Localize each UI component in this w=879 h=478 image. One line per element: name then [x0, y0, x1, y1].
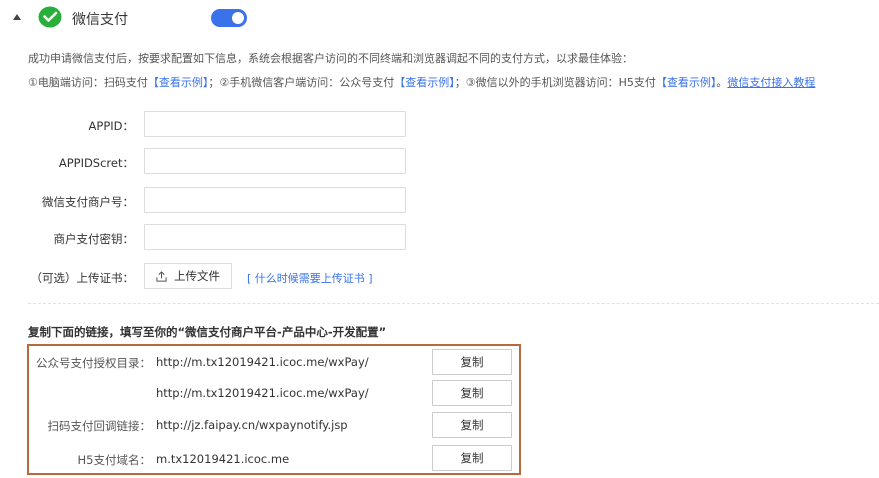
wechat-pay-toggle[interactable]: [211, 9, 247, 27]
wechat-pay-tutorial-link[interactable]: 微信支付接入教程: [727, 76, 815, 89]
appid-secret-label: APPIDScret：: [58, 156, 134, 170]
copy-button-label: 复制: [460, 418, 484, 432]
link-row-label: H5支付域名：: [77, 453, 151, 467]
desc-text-wechat: ；②手机微信客户端访问：公众号支付: [208, 76, 395, 89]
merchant-key-label: 商户支付密钥：: [53, 232, 135, 246]
link-row-label: 公众号支付授权目录：: [36, 356, 151, 370]
desc-text-pc: ①电脑端访问：扫码支付: [28, 76, 148, 89]
appid-label: APPID：: [88, 119, 134, 133]
link-row-label: 扫码支付回调链接：: [47, 419, 152, 433]
merchant-id-label: 微信支付商户号：: [42, 195, 134, 209]
copy-button-label: 复制: [460, 451, 484, 465]
copy-button-label: 复制: [460, 355, 484, 369]
link-row-url: http://m.tx12019421.icoc.me/wxPay/: [156, 386, 369, 400]
description-line-2: ①电脑端访问：扫码支付【查看示例】；②手机微信客户端访问：公众号支付【查看示例】…: [28, 74, 815, 90]
copy-button[interactable]: 复制: [432, 445, 512, 471]
desc-text-period: 。: [716, 76, 728, 89]
appid-secret-input[interactable]: [144, 148, 406, 174]
section-title-wechat-pay: 微信支付: [72, 12, 128, 28]
copy-button[interactable]: 复制: [432, 380, 512, 406]
view-example-link-scan[interactable]: 【查看示例】: [148, 76, 209, 89]
copy-button[interactable]: 复制: [432, 349, 512, 375]
section-divider: [28, 303, 879, 304]
wechat-pay-logo-icon: [38, 6, 62, 28]
upload-file-button[interactable]: 上传文件: [144, 263, 232, 289]
copy-button-label: 复制: [460, 386, 484, 400]
toggle-knob: [232, 12, 244, 24]
view-example-link-official[interactable]: 【查看示例】: [394, 76, 455, 89]
desc-text-h5: ；③微信以外的手机浏览器访问：H5支付: [454, 76, 656, 89]
merchant-id-input[interactable]: [144, 187, 406, 213]
link-row-url: http://jz.faipay.cn/wxpaynotify.jsp: [156, 418, 348, 432]
copy-links-title: 复制下面的链接，填写至你的“微信支付商户平台-产品中心-开发配置”: [28, 325, 387, 339]
merchant-key-input[interactable]: [144, 224, 406, 250]
upload-icon: [156, 270, 167, 282]
link-row-url: http://m.tx12019421.icoc.me/wxPay/: [156, 355, 369, 369]
appid-input[interactable]: [144, 111, 406, 137]
upload-file-label: 上传文件: [174, 269, 220, 283]
description-line-1: 成功申请微信支付后，按要求配置如下信息，系统会根据客户访问的不同终端和浏览器调起…: [28, 52, 633, 65]
certificate-label: （可选）上传证书：: [30, 271, 135, 285]
collapse-caret-icon[interactable]: [13, 14, 21, 20]
copy-button[interactable]: 复制: [432, 412, 512, 438]
view-example-link-h5[interactable]: 【查看示例】: [656, 76, 717, 89]
when-upload-cert-link[interactable]: [ 什么时候需要上传证书 ]: [247, 270, 373, 286]
link-row-url: m.tx12019421.icoc.me: [156, 452, 290, 466]
